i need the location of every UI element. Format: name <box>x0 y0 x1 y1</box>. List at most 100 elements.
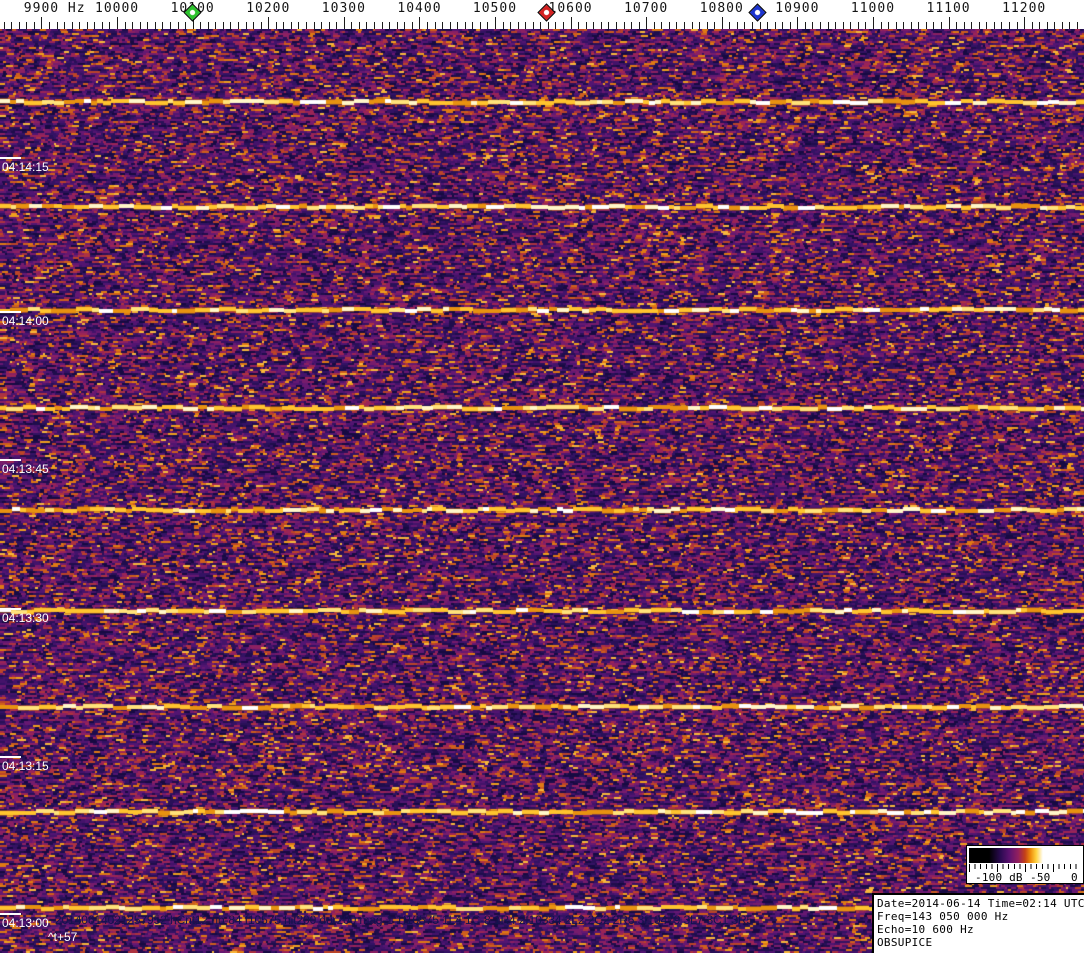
freq-tick-label: 9900 Hz <box>23 1 86 16</box>
freq-tick <box>525 22 527 29</box>
freq-tick <box>668 22 670 29</box>
freq-tick <box>41 17 43 29</box>
freq-tick <box>472 22 474 29</box>
freq-tick <box>1016 22 1018 29</box>
freq-tick <box>615 22 617 29</box>
freq-tick <box>71 22 73 29</box>
freq-tick <box>245 22 247 29</box>
freq-tick <box>117 17 118 29</box>
freq-tick <box>888 22 889 29</box>
freq-tick <box>502 22 504 29</box>
freq-tick <box>442 22 443 29</box>
freq-tick <box>835 22 837 29</box>
freq-tick <box>880 22 882 29</box>
freq-tick <box>94 22 96 29</box>
blue-marker[interactable] <box>748 3 767 22</box>
freq-tick <box>132 22 134 29</box>
freq-tick-label: 10200 <box>246 1 291 16</box>
time-label: 04:13:00 <box>2 916 49 930</box>
freq-tick-label: 10000 <box>95 1 140 16</box>
freq-tick-label: 10600 <box>548 1 593 16</box>
freq-tick-label: 10300 <box>321 1 366 16</box>
freq-tick <box>109 22 111 29</box>
freq-tick <box>782 22 784 29</box>
freq-tick <box>343 17 345 29</box>
time-tick <box>0 608 21 610</box>
freq-tick <box>64 22 66 29</box>
freq-tick <box>910 22 912 29</box>
freq-tick <box>623 22 625 29</box>
observation-info-box: Date=2014-06-14 Time=02:14 UTC Freq=143 … <box>872 893 1084 953</box>
freq-tick <box>434 22 436 29</box>
freq-tick-label: 10900 <box>775 1 820 16</box>
freq-tick <box>101 22 103 29</box>
freq-tick <box>253 22 255 29</box>
freq-tick <box>86 22 88 29</box>
freq-tick <box>487 22 489 29</box>
freq-tick <box>358 22 360 29</box>
freq-tick <box>411 22 413 29</box>
freq-tick <box>426 22 428 29</box>
freq-tick <box>963 22 965 29</box>
freq-tick <box>449 22 451 29</box>
freq-tick <box>11 22 13 29</box>
freq-tick <box>676 22 678 29</box>
freq-tick <box>321 22 323 29</box>
freq-tick <box>200 22 202 29</box>
freq-tick <box>177 22 179 29</box>
info-station: OBSUPICE <box>877 936 933 949</box>
spectrogram-canvas[interactable] <box>0 29 1084 953</box>
freq-tick <box>162 22 164 29</box>
freq-tick <box>804 22 806 29</box>
freq-tick <box>215 22 217 29</box>
freq-tick <box>1024 17 1026 29</box>
spectrogram-app-window: 9900 Hz100001010010200103001040010500106… <box>0 0 1084 953</box>
freq-tick <box>570 17 572 29</box>
freq-tick <box>729 22 731 29</box>
freq-tick <box>306 22 307 29</box>
freq-tick <box>510 22 512 29</box>
freq-tick <box>1009 22 1010 29</box>
freq-tick <box>1039 22 1041 29</box>
time-tick <box>0 459 21 461</box>
freq-tick <box>638 22 640 29</box>
info-frequency: Freq=143 050 000 Hz <box>877 910 1009 923</box>
freq-tick <box>1046 22 1048 29</box>
freq-tick <box>850 22 852 29</box>
freq-tick <box>948 17 950 29</box>
freq-tick <box>26 22 28 29</box>
freq-tick <box>683 22 685 29</box>
freq-tick <box>457 22 459 29</box>
time-tick <box>0 756 21 758</box>
freq-tick <box>857 22 859 29</box>
freq-tick <box>313 22 315 29</box>
detection-status-line: 20140614021257952 hCnt12 nb-84 f10575 hi… <box>55 913 754 927</box>
freq-tick <box>721 17 723 29</box>
freq-tick <box>260 22 262 29</box>
freq-tick <box>752 22 753 29</box>
freq-tick-label: 11200 <box>1002 1 1047 16</box>
freq-tick <box>381 22 383 29</box>
freq-tick <box>18 22 20 29</box>
freq-tick <box>124 22 126 29</box>
time-tick <box>0 913 21 915</box>
time-label: 04:13:45 <box>2 462 49 476</box>
freq-tick <box>268 17 270 29</box>
freq-tick <box>207 22 209 29</box>
freq-tick <box>759 22 761 29</box>
freq-tick <box>872 17 874 29</box>
freq-tick <box>147 22 149 29</box>
freq-tick <box>464 22 466 29</box>
freq-tick-label: 10700 <box>624 1 669 16</box>
freq-tick <box>986 22 988 29</box>
freq-tick <box>706 22 708 29</box>
time-label: 04:14:00 <box>2 314 49 328</box>
freq-tick <box>298 22 300 29</box>
time-label: 04:13:30 <box>2 611 49 625</box>
db-label-mid: -50 <box>1030 871 1051 884</box>
freq-tick <box>237 22 239 29</box>
freq-tick <box>585 22 587 29</box>
freq-tick <box>714 22 716 29</box>
db-gradient-bar <box>969 848 1081 863</box>
freq-tick <box>797 17 799 29</box>
